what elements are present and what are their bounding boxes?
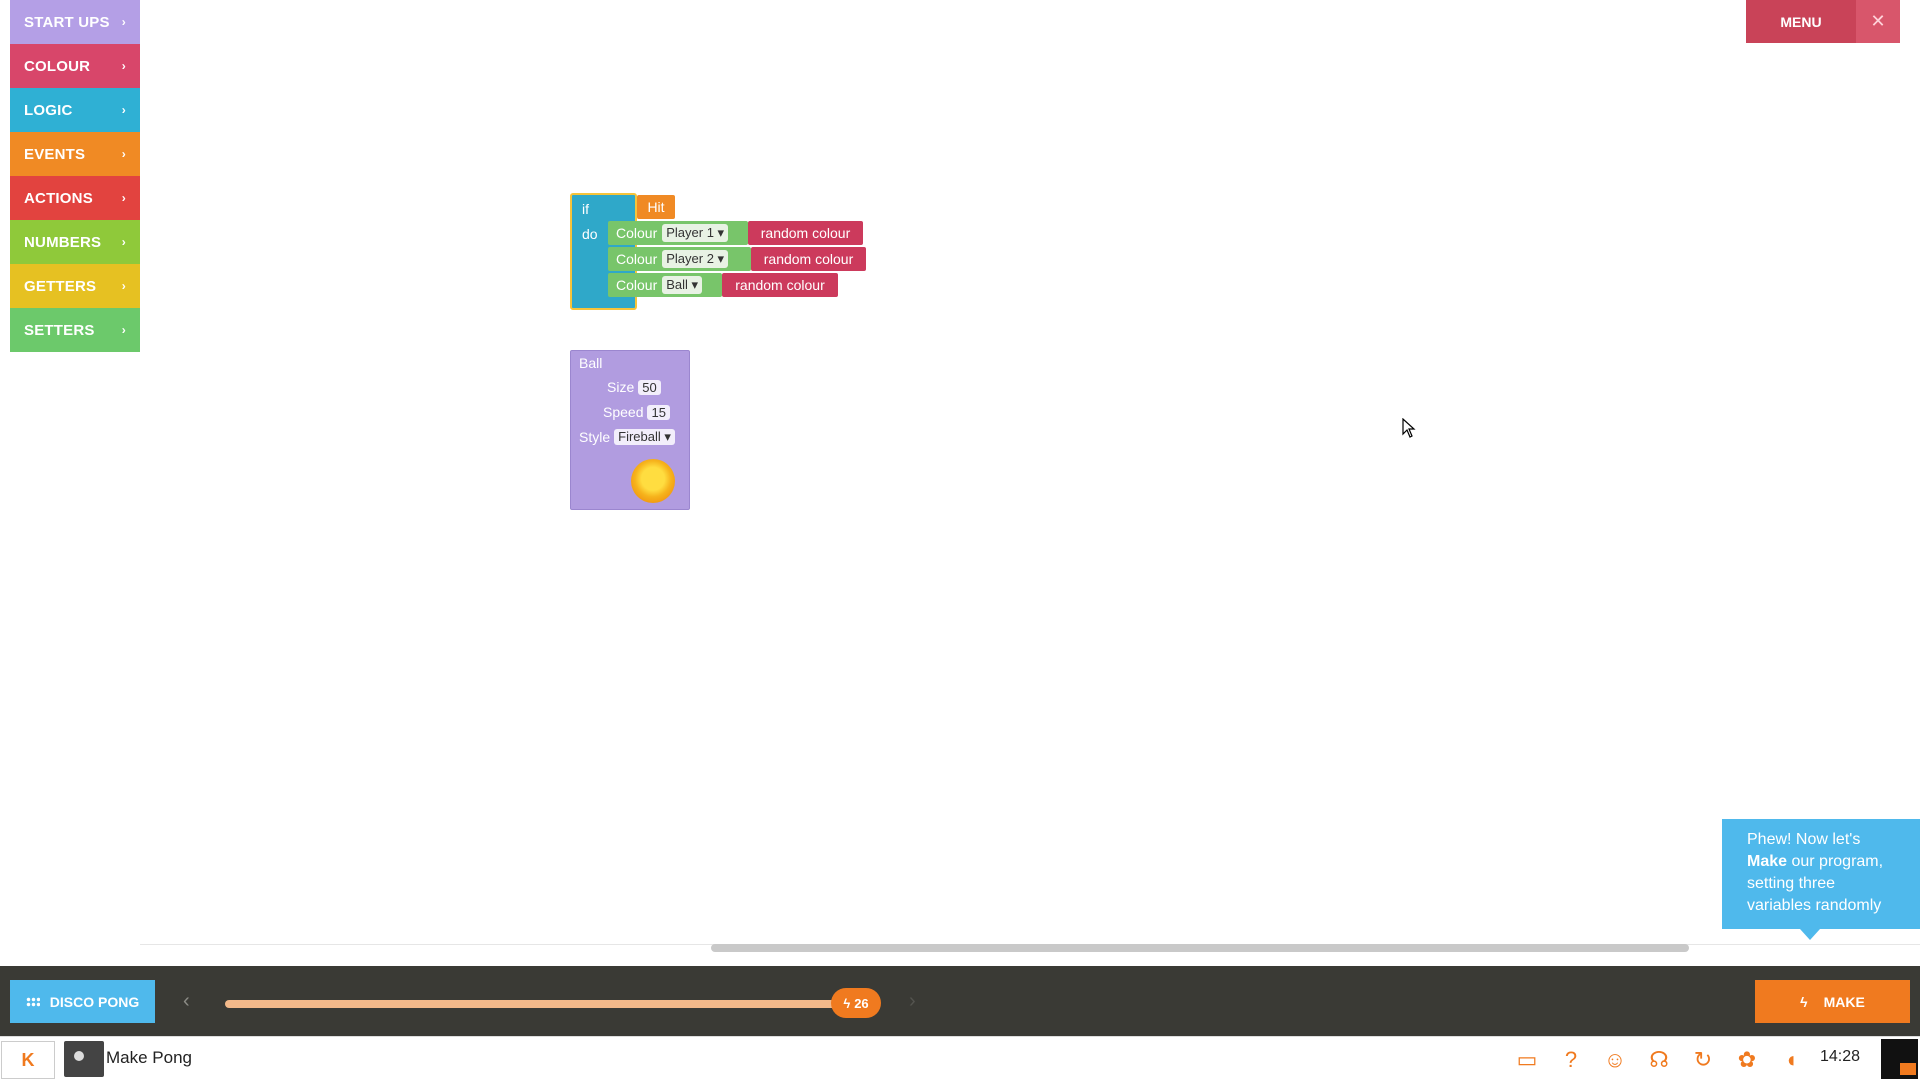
tooltip-text-1: Phew! Now let's [1747,831,1861,848]
category-label: EVENTS [24,145,86,163]
people-icon[interactable]: ☺ [1600,1045,1630,1075]
app-title[interactable]: Make Pong [106,1048,192,1068]
hit-condition-block[interactable]: Hit [637,195,675,219]
help-icon[interactable]: ? [1556,1045,1586,1075]
chevron-right-icon[interactable]: › [909,990,916,1013]
speed-label: Speed [603,404,644,420]
step-number: 26 [854,995,869,1011]
category-label: START UPS [24,13,110,31]
step-progress-track[interactable] [225,1000,875,1008]
ball-block[interactable]: Ball Size 50 Speed 15 Style Fireball ▾ [570,350,690,510]
chevron-left-icon[interactable]: ‹ [183,990,190,1013]
style-row: Style Fireball ▾ [579,429,675,445]
menu-bar: MENU ✕ [1746,0,1900,43]
make-button[interactable]: ϟ MAKE [1755,980,1910,1023]
target-dropdown[interactable]: Ball ▾ [662,276,703,294]
category-setters[interactable]: SETTERS › [10,308,140,352]
ball-title: Ball [579,355,603,371]
workspace-scrollbar[interactable] [711,944,1689,952]
bolt-icon: ϟ [843,995,851,1011]
grid-icon [25,996,40,1007]
mouse-cursor-icon [1402,418,1416,438]
category-events[interactable]: EVENTS › [10,132,140,176]
chevron-right-icon: › [121,103,126,117]
app-thumbnail[interactable] [64,1041,104,1077]
chevron-right-icon: › [121,59,126,73]
speed-input[interactable]: 15 [647,404,670,420]
bottom-toolbar: DISCO PONG ‹ ϟ 26 › ϟ MAKE [0,966,1920,1036]
random-colour-block[interactable]: random colour [722,273,838,297]
chevron-right-icon: › [121,15,126,29]
bolt-icon: ϟ [1800,993,1808,1010]
colour-label: Colour [616,225,658,241]
launcher-button[interactable]: K [1,1041,55,1079]
project-label: DISCO PONG [49,993,140,1010]
do-label: do [582,226,598,242]
menu-button[interactable]: MENU [1746,0,1856,43]
colour-label: Colour [616,251,658,267]
project-button[interactable]: DISCO PONG [10,980,155,1023]
category-actions[interactable]: ACTIONS › [10,176,140,220]
chevron-right-icon: › [121,235,126,249]
category-colour[interactable]: COLOUR › [10,44,140,88]
display-icon[interactable]: ▭ [1512,1045,1542,1075]
tooltip-bold: Make [1747,853,1788,870]
refresh-icon[interactable]: ↻ [1688,1045,1718,1075]
category-label: LOGIC [24,101,73,119]
headset-icon[interactable]: ☊ [1644,1045,1674,1075]
category-start-ups[interactable]: START UPS › [10,0,140,44]
colour-setter-block[interactable]: Colour Ball ▾ [608,273,722,297]
close-icon[interactable]: ✕ [1856,0,1900,43]
random-colour-block[interactable]: random colour [751,247,866,271]
os-taskbar: K Make Pong ▭ ? ☺ ☊ ↻ ✿ ◖ 14:28 [0,1036,1920,1081]
if-label: if [582,201,589,217]
category-label: COLOUR [24,57,91,75]
notifications-icon[interactable] [1881,1039,1918,1079]
chevron-right-icon: › [121,323,126,337]
system-tray: ▭ ? ☺ ☊ ↻ ✿ ◖ [1512,1045,1806,1075]
category-label: SETTERS [24,321,95,339]
category-logic[interactable]: LOGIC › [10,88,140,132]
volume-icon[interactable]: ◖ [1776,1045,1806,1075]
size-label: Size [607,379,635,395]
category-numbers[interactable]: NUMBERS › [10,220,140,264]
colour-setter-block[interactable]: Colour Player 1 ▾ [608,221,748,245]
settings-icon[interactable]: ✿ [1732,1045,1762,1075]
clock: 14:28 [1820,1048,1861,1065]
chevron-right-icon: › [121,279,126,293]
step-progress-knob[interactable]: ϟ 26 [831,988,881,1018]
chevron-right-icon: › [121,191,126,205]
style-label: Style [579,429,611,445]
random-colour-block[interactable]: random colour [748,221,863,245]
size-row: Size 50 [607,379,661,395]
block-palette: START UPS › COLOUR › LOGIC › EVENTS › AC… [10,0,140,352]
style-dropdown[interactable]: Fireball ▾ [614,429,675,445]
size-input[interactable]: 50 [638,379,661,395]
colour-setter-block[interactable]: Colour Player 2 ▾ [608,247,751,271]
speed-row: Speed 15 [603,404,670,420]
category-label: NUMBERS [24,233,102,251]
chevron-right-icon: › [121,147,126,161]
tooltip-arrow [1800,929,1820,940]
category-getters[interactable]: GETTERS › [10,264,140,308]
colour-label: Colour [616,277,658,293]
target-dropdown[interactable]: Player 1 ▾ [662,224,729,242]
tutorial-tooltip: Phew! Now let's Make our program, settin… [1722,819,1920,929]
target-dropdown[interactable]: Player 2 ▾ [662,250,729,268]
fireball-icon [631,459,675,503]
category-label: GETTERS [24,277,97,295]
make-label: MAKE [1823,993,1865,1010]
category-label: ACTIONS [24,189,93,207]
